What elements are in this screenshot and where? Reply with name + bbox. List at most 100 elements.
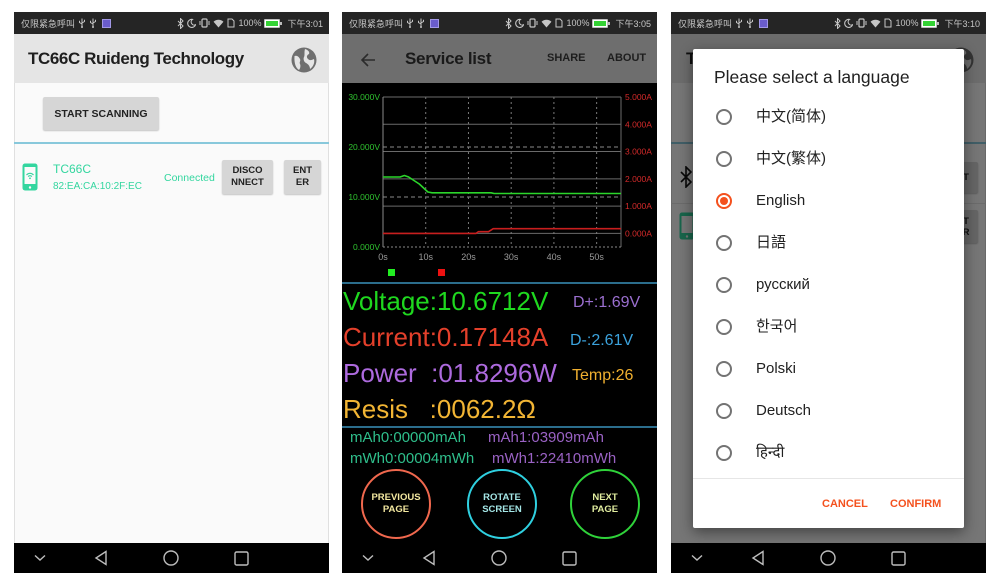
voltage-reading: Voltage:10.6712V bbox=[343, 286, 549, 316]
globe-icon[interactable] bbox=[291, 47, 317, 73]
status-time: 下午3:05 bbox=[615, 18, 651, 29]
chevron-down-icon[interactable] bbox=[358, 543, 378, 573]
d-plus-reading: D+:1.69V bbox=[573, 294, 641, 311]
y-right-tick-label: 4.000A bbox=[625, 119, 652, 129]
recents-icon[interactable] bbox=[559, 543, 579, 573]
language-option[interactable]: हिन्दी bbox=[693, 432, 964, 474]
y-left-tick-label: 0.000V bbox=[353, 242, 380, 252]
radio-button[interactable] bbox=[716, 319, 732, 335]
voltage-legend-swatch bbox=[388, 269, 395, 276]
recents-icon[interactable] bbox=[231, 543, 251, 573]
bluetooth-icon bbox=[506, 17, 513, 29]
confirm-button[interactable]: CONFIRM bbox=[890, 497, 941, 511]
back-icon[interactable] bbox=[748, 543, 768, 573]
radio-button[interactable] bbox=[716, 193, 732, 209]
resistance-reading: Resis :0062.2Ω bbox=[343, 394, 536, 424]
moon-icon bbox=[515, 18, 525, 28]
y-right-tick-label: 2.000A bbox=[625, 174, 652, 184]
language-option[interactable]: русский bbox=[693, 264, 964, 306]
recents-icon[interactable] bbox=[888, 543, 908, 573]
device-list-item[interactable]: TC66C 82:EA:CA:10:2F:EC Connected DISCO … bbox=[14, 152, 329, 214]
battery-icon bbox=[592, 18, 611, 28]
next-page-button[interactable]: NEXT PAGE bbox=[570, 469, 640, 539]
phone-wifi-icon bbox=[22, 163, 38, 191]
language-option-label: Deutsch bbox=[756, 402, 812, 419]
start-scanning-button[interactable]: START SCANNING bbox=[43, 97, 159, 130]
d-minus-reading: D-:2.61V bbox=[570, 332, 634, 349]
dialog-divider bbox=[693, 478, 964, 479]
home-icon[interactable] bbox=[489, 543, 509, 573]
x-tick-label: 50s bbox=[589, 252, 604, 262]
x-tick-label: 40s bbox=[547, 252, 562, 262]
language-option-label: 한국어 bbox=[756, 318, 798, 335]
home-icon[interactable] bbox=[818, 543, 838, 573]
language-option-label: हिन्दी bbox=[756, 444, 785, 461]
scan-screen: 仅限紧急呼叫 100% 下午3:01 TC66C Ruideng Technol… bbox=[14, 12, 329, 573]
radio-button[interactable] bbox=[716, 277, 732, 293]
device-name: TC66C bbox=[53, 162, 92, 176]
y-right-tick-label: 0.000A bbox=[625, 228, 652, 238]
radio-button[interactable] bbox=[716, 151, 732, 167]
language-option[interactable]: Polski bbox=[693, 348, 964, 390]
vibrate-icon bbox=[199, 18, 210, 28]
vibrate-icon bbox=[856, 18, 867, 28]
navigation-bar bbox=[14, 543, 329, 573]
divider bbox=[342, 282, 657, 284]
carrier-text: 仅限紧急呼叫 bbox=[21, 18, 76, 29]
current-series-line bbox=[383, 227, 621, 235]
home-icon[interactable] bbox=[161, 543, 181, 573]
bluetooth-icon bbox=[178, 17, 185, 29]
rotate-screen-button[interactable]: ROTATE SCREEN bbox=[467, 469, 537, 539]
current-reading: Current:0.17148A bbox=[343, 322, 549, 352]
y-right-tick-label: 5.000A bbox=[625, 92, 652, 102]
cancel-button[interactable]: CANCEL bbox=[822, 497, 868, 511]
usb-icon bbox=[79, 18, 86, 28]
chevron-down-icon[interactable] bbox=[30, 543, 50, 573]
status-time: 下午3:01 bbox=[287, 18, 323, 29]
wifi-icon bbox=[541, 19, 552, 28]
chevron-down-icon[interactable] bbox=[687, 543, 707, 573]
about-button[interactable]: ABOUT bbox=[607, 34, 646, 83]
y-left-tick-label: 30.000V bbox=[348, 92, 380, 102]
disconnect-button[interactable]: DISCO NNECT bbox=[222, 160, 273, 194]
navigation-bar bbox=[671, 543, 986, 573]
status-time: 下午3:10 bbox=[944, 18, 980, 29]
temperature-reading: Temp:26 bbox=[572, 367, 634, 384]
voltage-current-chart: 0.000A 1.000A 2.000A 3.000A 4.000A 5.000A 0.00… bbox=[348, 92, 652, 276]
back-arrow-icon[interactable] bbox=[360, 53, 376, 67]
y-right-tick-label: 3.000A bbox=[625, 147, 652, 157]
language-option[interactable]: Deutsch bbox=[693, 390, 964, 432]
language-option[interactable]: 中文(繁体) bbox=[693, 138, 964, 180]
vibrate-icon bbox=[527, 18, 538, 28]
usb-icon bbox=[736, 18, 743, 28]
moon-icon bbox=[187, 18, 197, 28]
radio-button[interactable] bbox=[716, 403, 732, 419]
back-icon[interactable] bbox=[419, 543, 439, 573]
previous-page-button[interactable]: PREVIOUS PAGE bbox=[361, 469, 431, 539]
language-option[interactable]: 한국어 bbox=[693, 306, 964, 348]
mwh1-reading: mWh1:22410mWh bbox=[492, 450, 617, 467]
usb-icon bbox=[418, 18, 425, 28]
radio-button[interactable] bbox=[716, 235, 732, 251]
share-button[interactable]: SHARE bbox=[547, 34, 586, 83]
y-right-tick-label: 1.000A bbox=[625, 201, 652, 211]
app-notification-icon bbox=[430, 18, 440, 28]
language-option[interactable]: English bbox=[693, 180, 964, 222]
divider bbox=[342, 426, 657, 428]
battery-percent: 100% bbox=[895, 18, 919, 28]
language-option-label: 日語 bbox=[756, 234, 787, 251]
back-icon[interactable] bbox=[91, 543, 111, 573]
radio-button[interactable] bbox=[716, 445, 732, 461]
radio-button[interactable] bbox=[716, 109, 732, 125]
language-option[interactable]: 日語 bbox=[693, 222, 964, 264]
wifi-icon bbox=[213, 19, 224, 28]
language-option-label: Polski bbox=[756, 360, 797, 377]
radio-button[interactable] bbox=[716, 361, 732, 377]
enter-button[interactable]: ENT ER bbox=[284, 160, 321, 194]
language-option-label: 中文(繁体) bbox=[756, 150, 826, 167]
x-tick-label: 0s bbox=[378, 252, 388, 262]
power-reading: Power :01.8296W bbox=[343, 358, 557, 388]
language-option[interactable]: 中文(简体) bbox=[693, 96, 964, 138]
status-bar: 仅限紧急呼叫 100% 下午3:10 bbox=[671, 12, 986, 34]
page-title: Service list bbox=[405, 49, 492, 68]
